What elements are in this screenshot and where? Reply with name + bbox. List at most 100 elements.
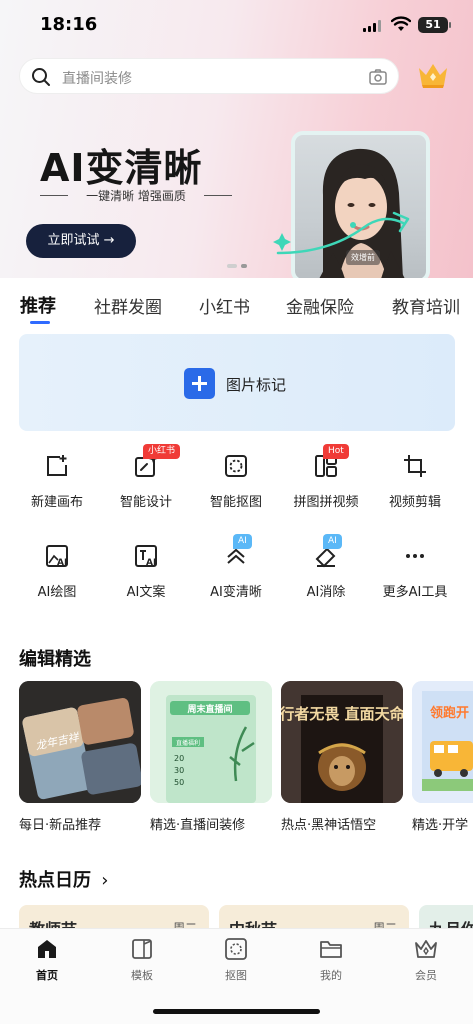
live-room-sub-text: 直播福利 [176,739,200,747]
live-room-price: 50 [174,778,184,787]
svg-text:AI: AI [57,558,67,568]
divider [40,195,68,196]
pick-card-label: 精选·直播间装修 [150,818,246,833]
nav-templates[interactable]: 模板 [112,937,172,987]
wukong-art-text: 行者无畏 直面天命 [281,705,403,723]
search-input[interactable]: 直播间装修 [19,58,399,94]
live-room-thumbnail: 周末直播间 直播福利 20 30 50 [150,681,272,803]
pick-card-school[interactable]: 领跑开 [412,681,473,803]
wifi-icon [391,16,411,31]
svg-text:AI: AI [146,558,156,568]
tool-collage-video[interactable]: Hot 拼图拼视频 [281,444,371,533]
nav-mine[interactable]: 我的 [301,937,361,987]
school-art-text: 领跑开 [430,705,469,721]
vip-crown-icon [415,940,437,958]
tool-smart-design[interactable]: 小红书 智能设计 [101,444,191,533]
photo-tag: 效增前 [346,250,380,265]
category-tabs: 推荐 社群发圈 小红书 金融保险 教育培训 [0,278,473,328]
tab-finance[interactable]: 金融保险 [286,293,354,318]
chevron-right-icon: › [101,870,109,891]
status-time: 18:16 [40,14,98,35]
ai-paint-icon: AI [46,545,68,568]
vip-crown-icon[interactable] [416,60,450,90]
daily-new-thumbnail: 龙年吉祥 [19,681,141,803]
editor-picks-title: 编辑精选 [19,649,91,670]
cutout-icon [225,938,247,960]
tool-ai-copywriting[interactable]: AI AI文案 [101,543,191,623]
video-crop-icon [404,455,426,477]
pick-card-label: 精选·开学 [412,818,469,833]
tab-xiaohongshu[interactable]: 小红书 [199,293,250,318]
image-mark-button[interactable]: 图片标记 [19,334,455,431]
nav-label: 我的 [320,969,342,982]
smart-cutout-icon [225,455,247,477]
search-icon [32,68,50,86]
nav-home[interactable]: 首页 [17,937,77,987]
pick-card-label: 每日·新品推荐 [19,818,102,833]
tool-smart-cutout[interactable]: 智能抠图 [191,453,281,533]
nav-cutout[interactable]: 抠图 [206,937,266,987]
tool-label: 视频剪辑 [388,495,441,510]
cellular-signal-icon [363,20,383,32]
pick-card-label: 热点·黑神话悟空 [281,818,377,833]
tool-label: AI文案 [126,585,166,600]
banner-subtitle-text: 一键清晰 增强画质 [86,189,186,203]
pick-card-live-room[interactable]: 周末直播间 直播福利 20 30 50 [150,681,272,803]
banner-title: AI变清晰 [40,146,203,190]
carousel-indicator [227,264,251,268]
plus-icon [184,368,215,399]
battery-indicator: 51 [418,17,451,33]
tool-label: 更多AI工具 [382,585,448,600]
tool-video-edit[interactable]: 视频剪辑 [370,453,460,533]
more-icon [406,554,424,558]
live-room-price: 20 [174,754,184,763]
image-mark-label: 图片标记 [226,376,287,394]
school-thumbnail: 领跑开 [412,681,473,803]
tool-label: 智能设计 [119,495,172,510]
tool-label: AI消除 [306,585,346,600]
tool-label: AI变清晰 [210,585,262,600]
ai-badge: AI [233,534,252,549]
tool-more-ai[interactable]: 更多AI工具 [370,543,460,623]
folder-icon [320,941,342,958]
nav-label: 首页 [36,969,58,982]
search-placeholder: 直播间装修 [62,71,132,87]
top-banner-area: 18:16 51 直播间装修 AI变清晰 一键清晰 增强画质 立即试试 → 效增… [0,0,473,278]
tab-community[interactable]: 社群发圈 [94,293,162,318]
home-icon [38,940,56,958]
nav-vip[interactable]: 会员 [396,937,456,987]
pick-card-daily-new[interactable]: 龙年吉祥 [19,681,141,803]
wukong-thumbnail: 行者无畏 直面天命 [281,681,403,803]
status-bar: 18:16 51 [0,0,473,50]
ai-badge: AI [323,534,342,549]
pick-card-wukong[interactable]: 行者无畏 直面天命 [281,681,403,803]
hot-badge: Hot [323,444,349,459]
hot-calendar-header[interactable]: 热点日历 › [19,866,108,892]
home-indicator [153,1009,320,1014]
try-now-button[interactable]: 立即试试 → [26,224,136,258]
nav-label: 模板 [131,969,153,982]
tool-label: AI绘图 [37,585,77,600]
tool-label: 拼图拼视频 [293,495,359,510]
tool-label: 智能抠图 [209,495,262,510]
divider [204,195,232,196]
tab-education[interactable]: 教育培训 [392,293,460,318]
new-canvas-icon [47,455,67,476]
live-room-price: 30 [174,766,184,775]
nav-label: 抠图 [225,969,247,982]
tool-ai-paint[interactable]: AI AI绘图 [12,543,102,623]
xiaohongshu-badge: 小红书 [143,444,181,459]
tool-ai-eraser[interactable]: AI AI消除 [281,534,371,623]
tab-recommend[interactable]: 推荐 [20,292,56,318]
camera-search-icon[interactable] [368,67,388,87]
tool-new-canvas[interactable]: 新建画布 [12,453,102,533]
template-icon [132,939,152,959]
hot-calendar-title: 热点日历 [19,870,91,891]
live-room-art-text: 周末直播间 [187,703,232,715]
ai-copywriting-icon: AI [135,545,157,568]
tool-label: 新建画布 [30,495,83,510]
active-tab-indicator [30,321,50,324]
tool-ai-sharpen[interactable]: AI AI变清晰 [191,534,281,623]
banner-subtitle: 一键清晰 增强画质 [40,187,232,204]
nav-label: 会员 [415,969,437,982]
